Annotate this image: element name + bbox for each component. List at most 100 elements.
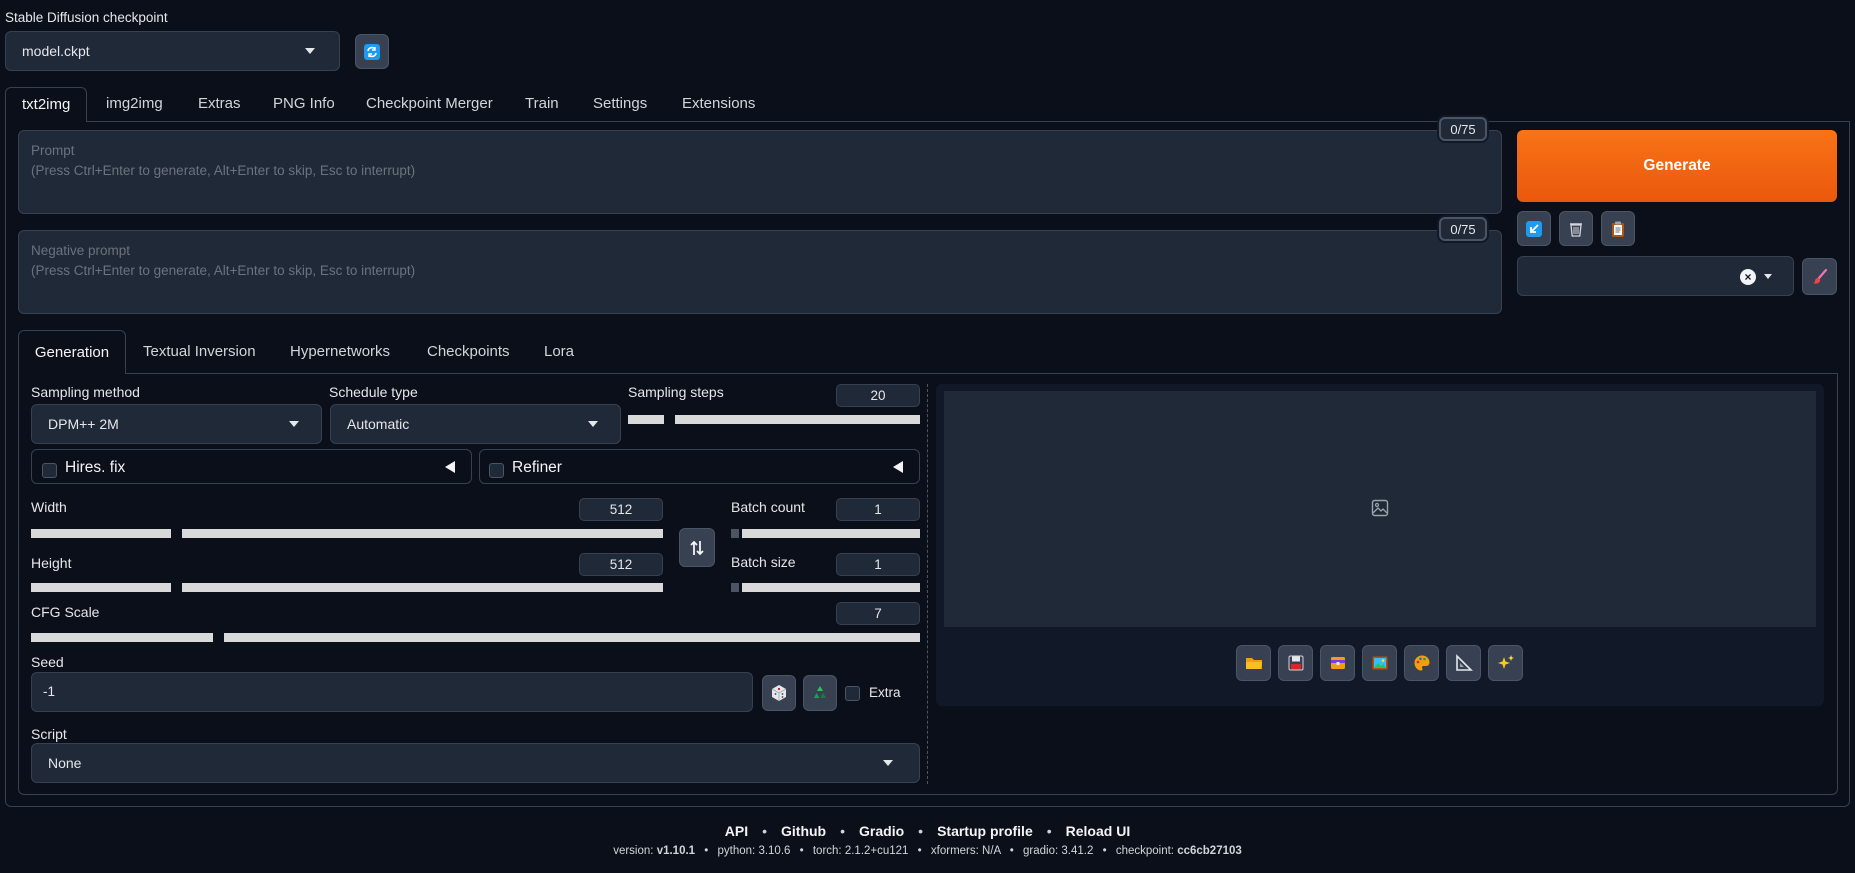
cfg-scale-label: CFG Scale bbox=[31, 604, 100, 620]
sampling-steps-slider-track[interactable] bbox=[675, 415, 920, 424]
width-input[interactable]: 512 bbox=[579, 498, 663, 521]
collapse-arrow-icon[interactable] bbox=[445, 461, 455, 473]
height-label: Height bbox=[31, 555, 72, 571]
tab-generation[interactable]: Generation bbox=[18, 330, 126, 374]
dice-icon bbox=[771, 685, 787, 701]
refiner-label: Refiner bbox=[512, 459, 562, 476]
prompt-textarea[interactable]: Prompt (Press Ctrl+Enter to generate, Al… bbox=[18, 130, 1502, 214]
tab-lora[interactable]: Lora bbox=[544, 330, 574, 374]
save-zip-button[interactable] bbox=[1320, 645, 1355, 681]
sampling-method-label: Sampling method bbox=[31, 384, 140, 400]
reuse-seed-button[interactable] bbox=[803, 675, 837, 711]
height-slider-track[interactable] bbox=[182, 583, 663, 592]
generate-button[interactable]: Generate bbox=[1517, 130, 1837, 202]
batch-size-slider-filled[interactable] bbox=[731, 583, 739, 592]
chevron-down-icon bbox=[588, 421, 598, 427]
tab-png-info[interactable]: PNG Info bbox=[273, 87, 335, 121]
schedule-type-dropdown[interactable]: Automatic bbox=[330, 404, 621, 444]
trash-icon bbox=[1570, 222, 1582, 237]
sampling-method-dropdown[interactable]: DPM++ 2M bbox=[31, 404, 322, 444]
refresh-checkpoint-button[interactable] bbox=[355, 34, 389, 69]
extra-networks-tabs: Generation Textual Inversion Hypernetwor… bbox=[18, 330, 1838, 374]
footer-link-github[interactable]: Github bbox=[781, 823, 826, 839]
tab-img2img[interactable]: img2img bbox=[106, 87, 163, 121]
cfg-scale-slider-filled[interactable] bbox=[31, 633, 213, 642]
footer-link-startup-profile[interactable]: Startup profile bbox=[937, 823, 1033, 839]
batch-size-input[interactable]: 1 bbox=[836, 553, 920, 576]
edit-styles-button[interactable] bbox=[1802, 258, 1837, 295]
arrow-down-left-icon bbox=[1526, 220, 1542, 237]
save-button[interactable] bbox=[1278, 645, 1313, 681]
tab-checkpoints[interactable]: Checkpoints bbox=[427, 330, 510, 374]
footer-separator: • bbox=[918, 823, 924, 839]
swap-dimensions-button[interactable] bbox=[679, 528, 715, 567]
batch-count-input[interactable]: 1 bbox=[836, 498, 920, 521]
cfg-scale-slider-track[interactable] bbox=[224, 633, 920, 642]
batch-count-label: Batch count bbox=[731, 499, 805, 515]
artist-palette-icon bbox=[1414, 655, 1429, 671]
sparkles-icon bbox=[1497, 655, 1514, 669]
tab-settings[interactable]: Settings bbox=[593, 87, 647, 121]
batch-size-slider-track[interactable] bbox=[742, 583, 920, 592]
seed-input[interactable]: -1 bbox=[31, 672, 753, 712]
tab-txt2img[interactable]: txt2img bbox=[5, 87, 88, 122]
footer-separator: • bbox=[762, 823, 768, 839]
sampling-steps-input[interactable]: 20 bbox=[836, 384, 920, 407]
tab-train[interactable]: Train bbox=[525, 87, 559, 121]
script-dropdown[interactable]: None bbox=[31, 743, 920, 783]
clipboard-icon bbox=[1612, 221, 1624, 237]
sampling-steps-slider-filled[interactable] bbox=[628, 415, 664, 424]
width-slider-filled[interactable] bbox=[31, 529, 171, 538]
recycle-icon bbox=[814, 686, 826, 698]
batch-count-slider-filled[interactable] bbox=[731, 529, 739, 538]
random-seed-button[interactable] bbox=[762, 675, 796, 711]
send-to-img2img-button[interactable] bbox=[1362, 645, 1397, 681]
footer-link-api[interactable]: API bbox=[725, 823, 748, 839]
gradio-label: gradio: bbox=[1023, 845, 1059, 857]
checkpoint-dropdown[interactable]: model.ckpt bbox=[5, 31, 340, 71]
torch-label: torch: bbox=[812, 845, 842, 857]
xformers-value: N/A bbox=[982, 845, 1001, 857]
styles-dropdown[interactable]: × bbox=[1517, 256, 1794, 296]
tab-extensions[interactable]: Extensions bbox=[682, 87, 755, 121]
tab-textual-inversion[interactable]: Textual Inversion bbox=[143, 330, 256, 374]
extra-seed-checkbox[interactable] bbox=[845, 686, 860, 701]
tab-extras[interactable]: Extras bbox=[198, 87, 241, 121]
chevron-down-icon bbox=[1764, 274, 1772, 279]
height-slider-filled[interactable] bbox=[31, 583, 171, 592]
clear-x-icon[interactable]: × bbox=[1740, 269, 1756, 285]
clear-prompt-button[interactable] bbox=[1559, 211, 1593, 246]
tab-hypernetworks[interactable]: Hypernetworks bbox=[290, 330, 390, 374]
prompt-placeholder-title: Prompt bbox=[31, 143, 75, 158]
python-value: 3.10.6 bbox=[758, 845, 791, 857]
footer-separator: • bbox=[704, 845, 709, 857]
open-folder-button[interactable] bbox=[1236, 645, 1271, 681]
negative-prompt-token-counter: 0/75 bbox=[1439, 217, 1487, 241]
width-slider-track[interactable] bbox=[182, 529, 663, 538]
cfg-scale-input[interactable]: 7 bbox=[836, 602, 920, 625]
image-gallery[interactable] bbox=[944, 391, 1816, 627]
refiner-accordion[interactable]: Refiner bbox=[479, 449, 920, 484]
python-label: python: bbox=[717, 845, 756, 857]
negative-prompt-textarea[interactable]: Negative prompt (Press Ctrl+Enter to gen… bbox=[18, 230, 1502, 314]
refiner-checkbox[interactable] bbox=[489, 463, 504, 478]
hires-fix-checkbox[interactable] bbox=[42, 463, 57, 478]
paintbrush-icon bbox=[1812, 268, 1827, 284]
floppy-disk-icon bbox=[1288, 655, 1303, 671]
paste-styles-button[interactable] bbox=[1601, 211, 1635, 246]
footer-link-reload-ui[interactable]: Reload UI bbox=[1066, 823, 1131, 839]
schedule-type-value: Automatic bbox=[347, 416, 410, 432]
hires-fix-accordion[interactable]: Hires. fix bbox=[31, 449, 472, 484]
chevron-down-icon bbox=[289, 421, 299, 427]
height-input[interactable]: 512 bbox=[579, 553, 663, 576]
footer-version-info: version: v1.10.1 • python: 3.10.6 • torc… bbox=[0, 845, 1855, 857]
tab-checkpoint-merger[interactable]: Checkpoint Merger bbox=[366, 87, 493, 121]
send-to-inpaint-button[interactable] bbox=[1404, 645, 1439, 681]
footer-link-gradio[interactable]: Gradio bbox=[859, 823, 904, 839]
generate-extras-button[interactable] bbox=[1488, 645, 1523, 681]
batch-count-slider-track[interactable] bbox=[742, 529, 920, 538]
collapse-arrow-icon[interactable] bbox=[893, 461, 903, 473]
send-to-extras-button[interactable] bbox=[1446, 645, 1481, 681]
read-params-button[interactable] bbox=[1517, 211, 1551, 246]
checkpoint-hash-label: checkpoint: bbox=[1115, 845, 1174, 857]
